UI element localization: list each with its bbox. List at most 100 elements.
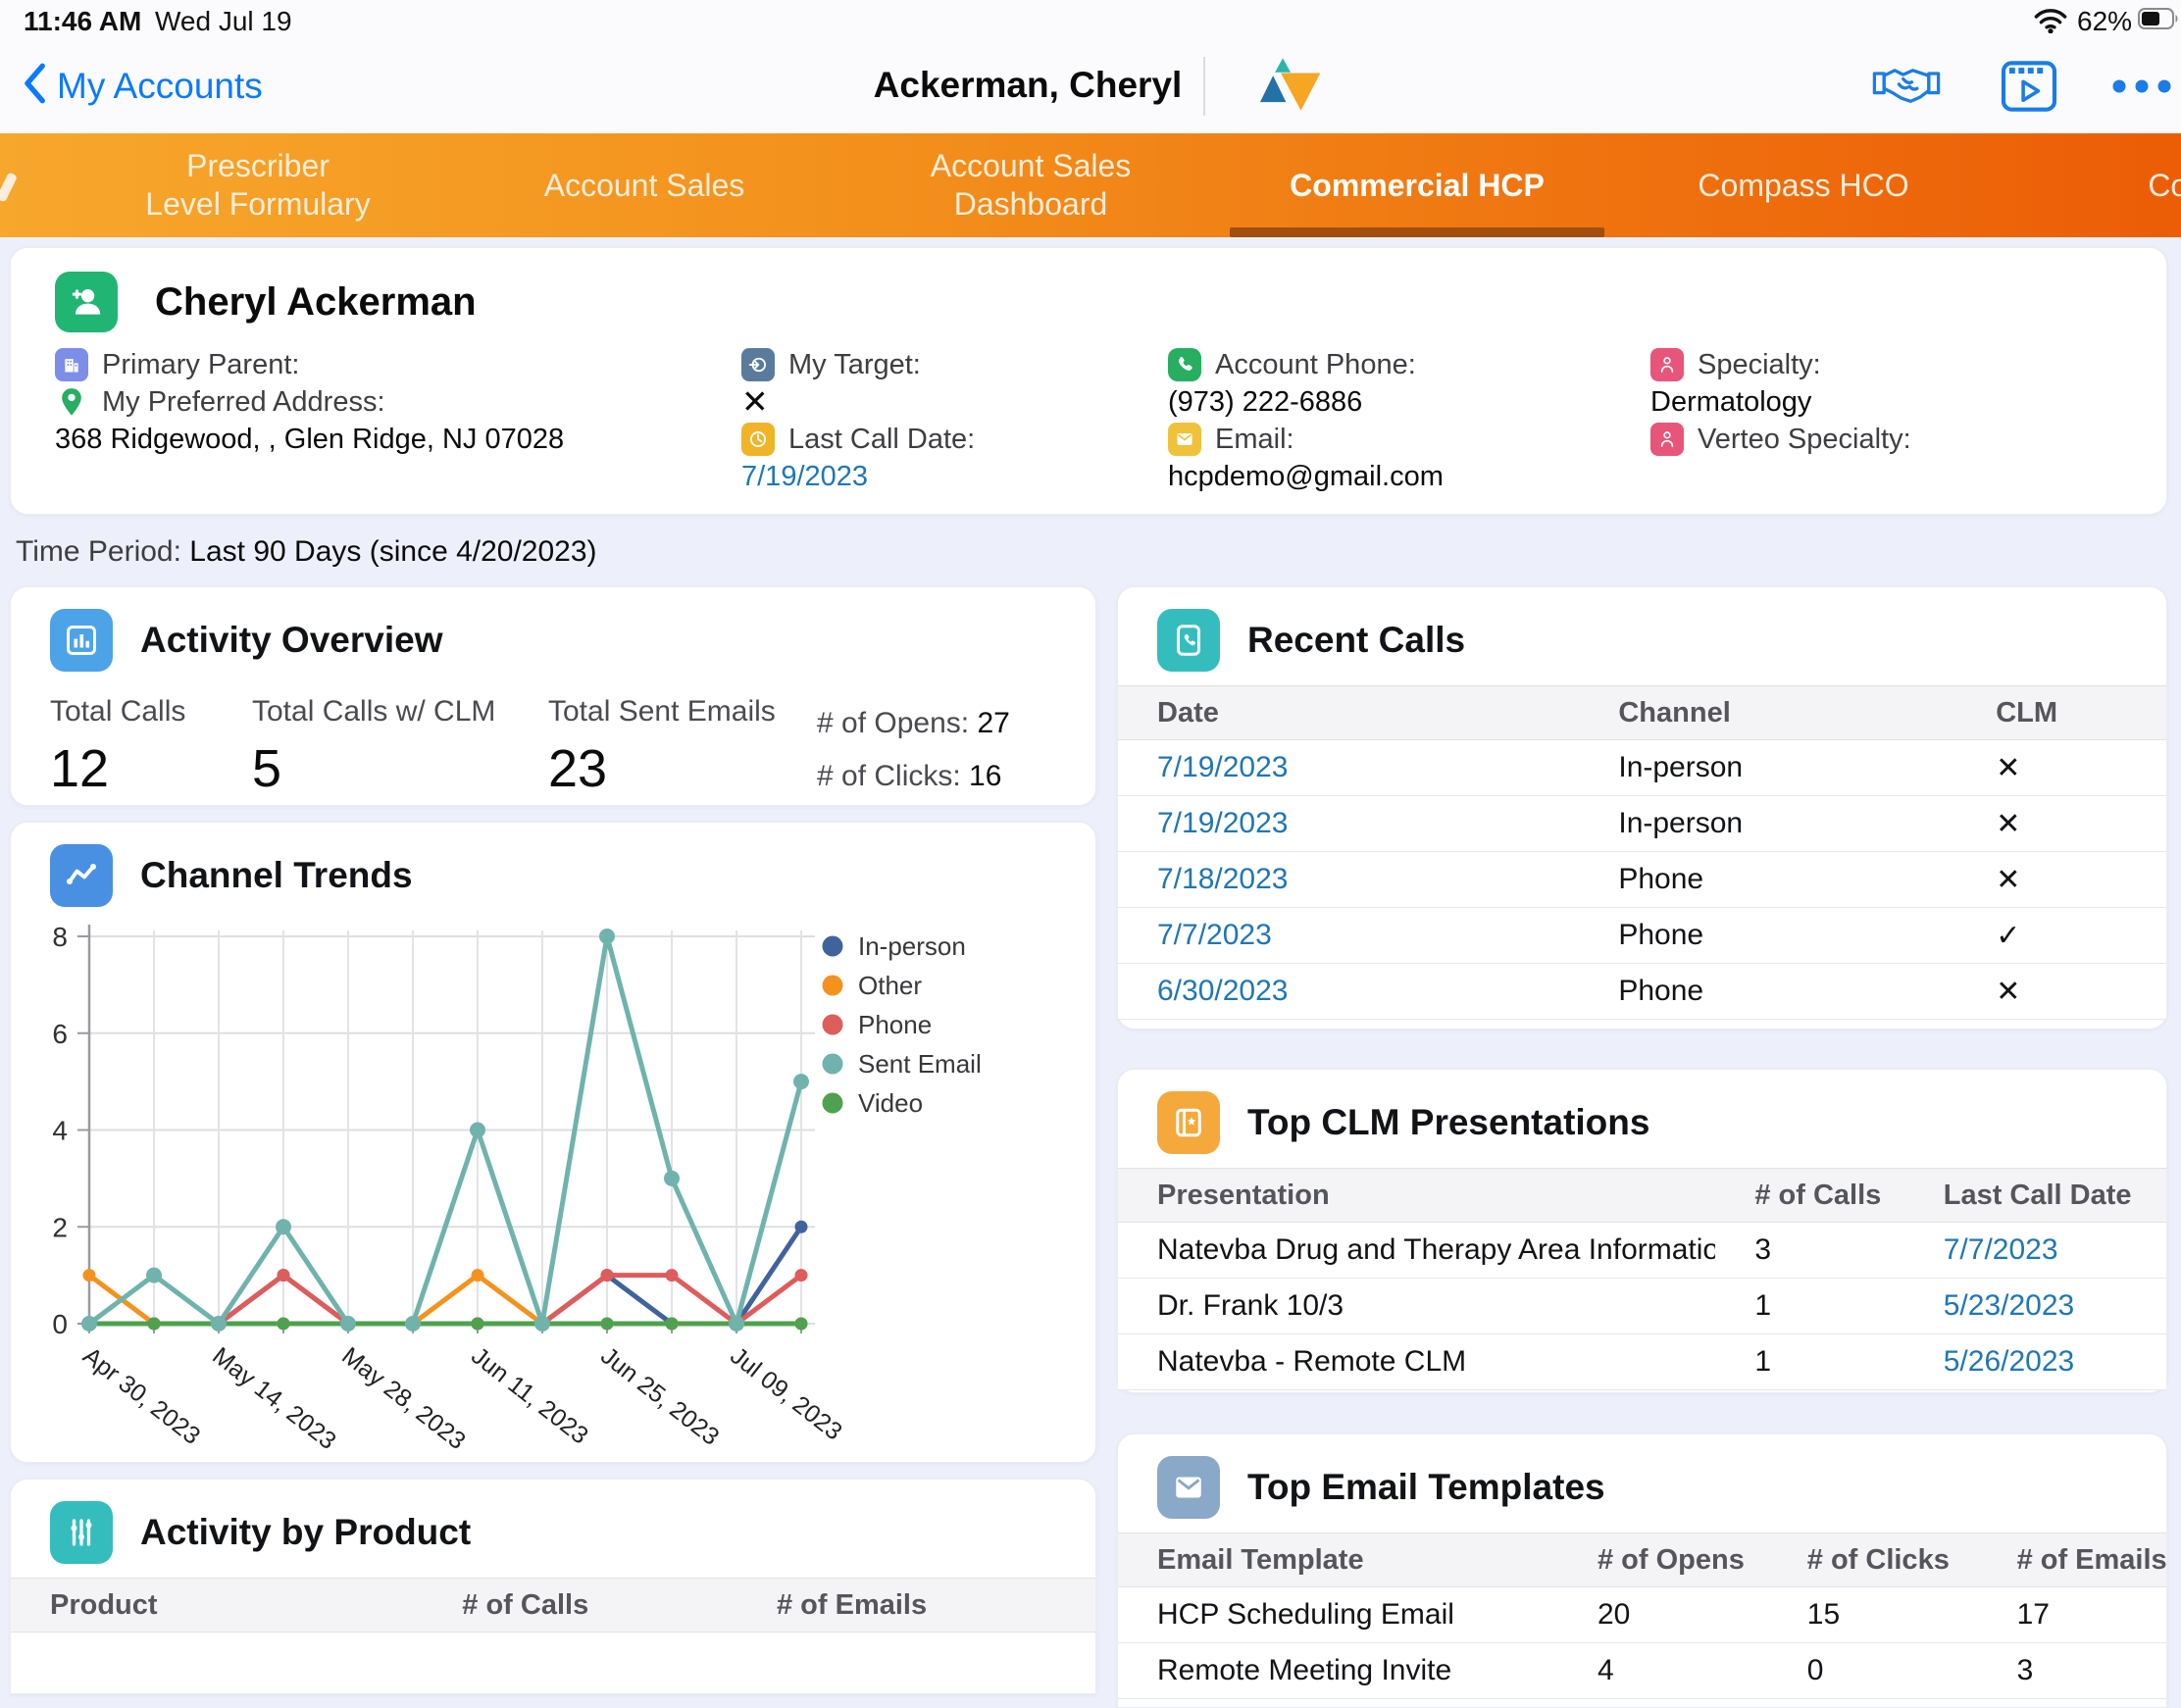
table-row[interactable]: Natevba Drug and Therapy Area Informatio… — [1118, 1223, 2166, 1279]
contact-column-1: Primary Parent: My Preferred Address: 36… — [55, 346, 564, 458]
account-phone-label: Account Phone: — [1215, 346, 1416, 383]
cell: 0 — [1768, 1654, 1978, 1687]
table-row[interactable]: 7/7/2023Phone✓ — [1118, 908, 2166, 964]
tab-comp[interactable]: Comp — [1997, 133, 2181, 237]
location-pin-icon — [55, 387, 88, 417]
handshake-button[interactable] — [1871, 61, 1942, 115]
tab-account-sales[interactable]: Account Sales — [451, 133, 837, 237]
bar-chart-icon — [50, 609, 113, 672]
contact-summary-card: Cheryl Ackerman Primary Parent: My Prefe… — [10, 247, 2167, 515]
svg-text:Jun 25, 2023: Jun 25, 2023 — [595, 1342, 724, 1451]
svg-text:Jul 09, 2023: Jul 09, 2023 — [725, 1342, 847, 1446]
column-header: Last Call Date — [1904, 1180, 2166, 1212]
stat-label: Total Calls w/ CLM — [252, 695, 495, 728]
target-icon — [741, 348, 775, 381]
opens-clicks-stats: # of Opens: 27# of Clicks: 16 — [817, 697, 1010, 803]
table-row[interactable]: 7/18/2023Phone✕ — [1118, 852, 2166, 908]
app-logo-icon — [1258, 53, 1323, 123]
top-clm-table: Presentation# of CallsLast Call Date Nat… — [1118, 1168, 2166, 1390]
tab-account-sales-dashboard[interactable]: Account Sales Dashboard — [837, 133, 1224, 237]
column-header: # of Clicks — [1768, 1544, 1978, 1577]
svg-text:Phone: Phone — [858, 1010, 932, 1039]
date-link[interactable]: 7/7/2023 — [1904, 1233, 2166, 1267]
tab-commercial-hcp[interactable]: Commercial HCP — [1224, 133, 1610, 237]
svg-text:May 28, 2023: May 28, 2023 — [336, 1342, 471, 1455]
cell: HCP Scheduling Email — [1118, 1598, 1558, 1632]
svg-text:May 14, 2023: May 14, 2023 — [207, 1342, 341, 1455]
media-button[interactable] — [2001, 61, 2057, 117]
last-call-date-link[interactable]: 7/19/2023 — [741, 458, 868, 495]
more-options-button[interactable] — [2110, 78, 2173, 99]
stat-label: Total Sent Emails — [548, 695, 776, 728]
my-target-label: My Target: — [788, 346, 921, 383]
channel-trends-card: Channel Trends 02468Apr 30, 2023May 14, … — [10, 822, 1096, 1463]
channel-trends-title: Channel Trends — [140, 855, 413, 896]
table-row[interactable]: HCP Scheduling Email201517 — [1118, 1587, 2166, 1643]
navigation-bar: My Accounts Ackerman, Cheryl — [0, 39, 2181, 133]
recent-calls-title: Recent Calls — [1247, 620, 1465, 661]
cell: 17 — [1978, 1598, 2166, 1632]
svg-text:4: 4 — [52, 1116, 68, 1146]
cell: 1 — [1715, 1289, 1903, 1323]
date-link[interactable]: 7/18/2023 — [1118, 863, 1579, 896]
channel-trends-chart: 02468Apr 30, 2023May 14, 2023May 28, 202… — [21, 917, 1088, 1462]
cell: Dr. Frank 10/3 — [1118, 1289, 1715, 1323]
cell: ✕ — [1956, 863, 2166, 897]
cell: Phone — [1579, 863, 1956, 896]
call-log-icon — [1157, 609, 1220, 672]
date-link[interactable]: 7/19/2023 — [1118, 751, 1579, 784]
phone-icon — [1168, 348, 1201, 381]
activity-by-product-table: Product# of Calls# of Emails — [11, 1578, 1095, 1633]
table-row[interactable]: Remote Meeting Invite403 — [1118, 1643, 2166, 1699]
top-email-templates-card: Top Email Templates Email Template# of O… — [1117, 1433, 2167, 1708]
cell: In-person — [1579, 751, 1956, 784]
back-button[interactable]: My Accounts — [22, 61, 263, 111]
stat-label: Total Calls — [50, 695, 185, 728]
side-stat-value: 16 — [969, 760, 1001, 792]
table-row[interactable]: Dr. Frank 10/315/23/2023 — [1118, 1279, 2166, 1334]
preferred-address-label: My Preferred Address: — [102, 383, 385, 421]
stat-value: 5 — [252, 738, 495, 799]
specialty-label: Specialty: — [1698, 346, 1821, 383]
table-header: Presentation# of CallsLast Call Date — [1118, 1168, 2166, 1223]
table-header: DateChannelCLM — [1118, 685, 2166, 740]
email-template-icon — [1157, 1456, 1220, 1519]
svg-text:2: 2 — [52, 1212, 68, 1242]
tab-compass-hco[interactable]: Compass HCO — [1610, 133, 1997, 237]
back-label: My Accounts — [57, 66, 263, 107]
svg-text:In-person: In-person — [858, 931, 966, 961]
cell: Remote Meeting Invite — [1118, 1654, 1558, 1687]
cell: 3 — [1715, 1233, 1903, 1267]
activity-overview-card: Activity Overview Total Calls12 Total Ca… — [10, 586, 1096, 806]
tab-prescriber-level-formulary[interactable]: Prescriber Level Formulary — [65, 133, 451, 237]
top-email-table: Email Template# of Opens# of Clicks# of … — [1118, 1532, 2166, 1699]
date-link[interactable]: 5/26/2023 — [1904, 1345, 2166, 1379]
table-row[interactable]: 7/19/2023In-person✕ — [1118, 740, 2166, 796]
date-link[interactable]: 6/30/2023 — [1118, 975, 1579, 1008]
last-call-date-label: Last Call Date: — [788, 421, 975, 458]
chevron-left-icon — [22, 61, 47, 111]
contact-column-2: My Target: ✕ Last Call Date: 7/19/2023 — [741, 346, 975, 495]
column-header: Email Template — [1118, 1544, 1558, 1577]
table-row[interactable]: 6/30/2023Phone✕ — [1118, 964, 2166, 1020]
table-row[interactable]: 7/19/2023In-person✕ — [1118, 796, 2166, 852]
date-link[interactable]: 7/7/2023 — [1118, 919, 1579, 952]
cell: Phone — [1579, 975, 1956, 1008]
activity-overview-title: Activity Overview — [140, 620, 442, 661]
battery-percent: 62% — [2077, 6, 2132, 37]
recent-calls-card: Recent Calls DateChannelCLM 7/19/2023In-… — [1117, 586, 2167, 1030]
sliders-icon — [50, 1501, 113, 1564]
svg-text:Apr 30, 2023: Apr 30, 2023 — [77, 1342, 205, 1450]
svg-text:0: 0 — [52, 1309, 68, 1339]
date-link[interactable]: 7/19/2023 — [1118, 807, 1579, 840]
date-link[interactable]: 5/23/2023 — [1904, 1289, 2166, 1323]
time-period-label: Time Period: — [16, 535, 181, 568]
clipped-tab-fragment — [0, 172, 18, 202]
verteo-specialty-person-icon — [1650, 423, 1684, 456]
top-email-templates-title: Top Email Templates — [1247, 1467, 1605, 1508]
email-label: Email: — [1215, 421, 1294, 458]
side-stat-label: # of Opens: — [817, 707, 977, 739]
table-row[interactable]: Natevba - Remote CLM15/26/2023 — [1118, 1334, 2166, 1390]
specialty-value: Dermatology — [1650, 383, 1811, 421]
activity-by-product-title: Activity by Product — [140, 1512, 471, 1553]
